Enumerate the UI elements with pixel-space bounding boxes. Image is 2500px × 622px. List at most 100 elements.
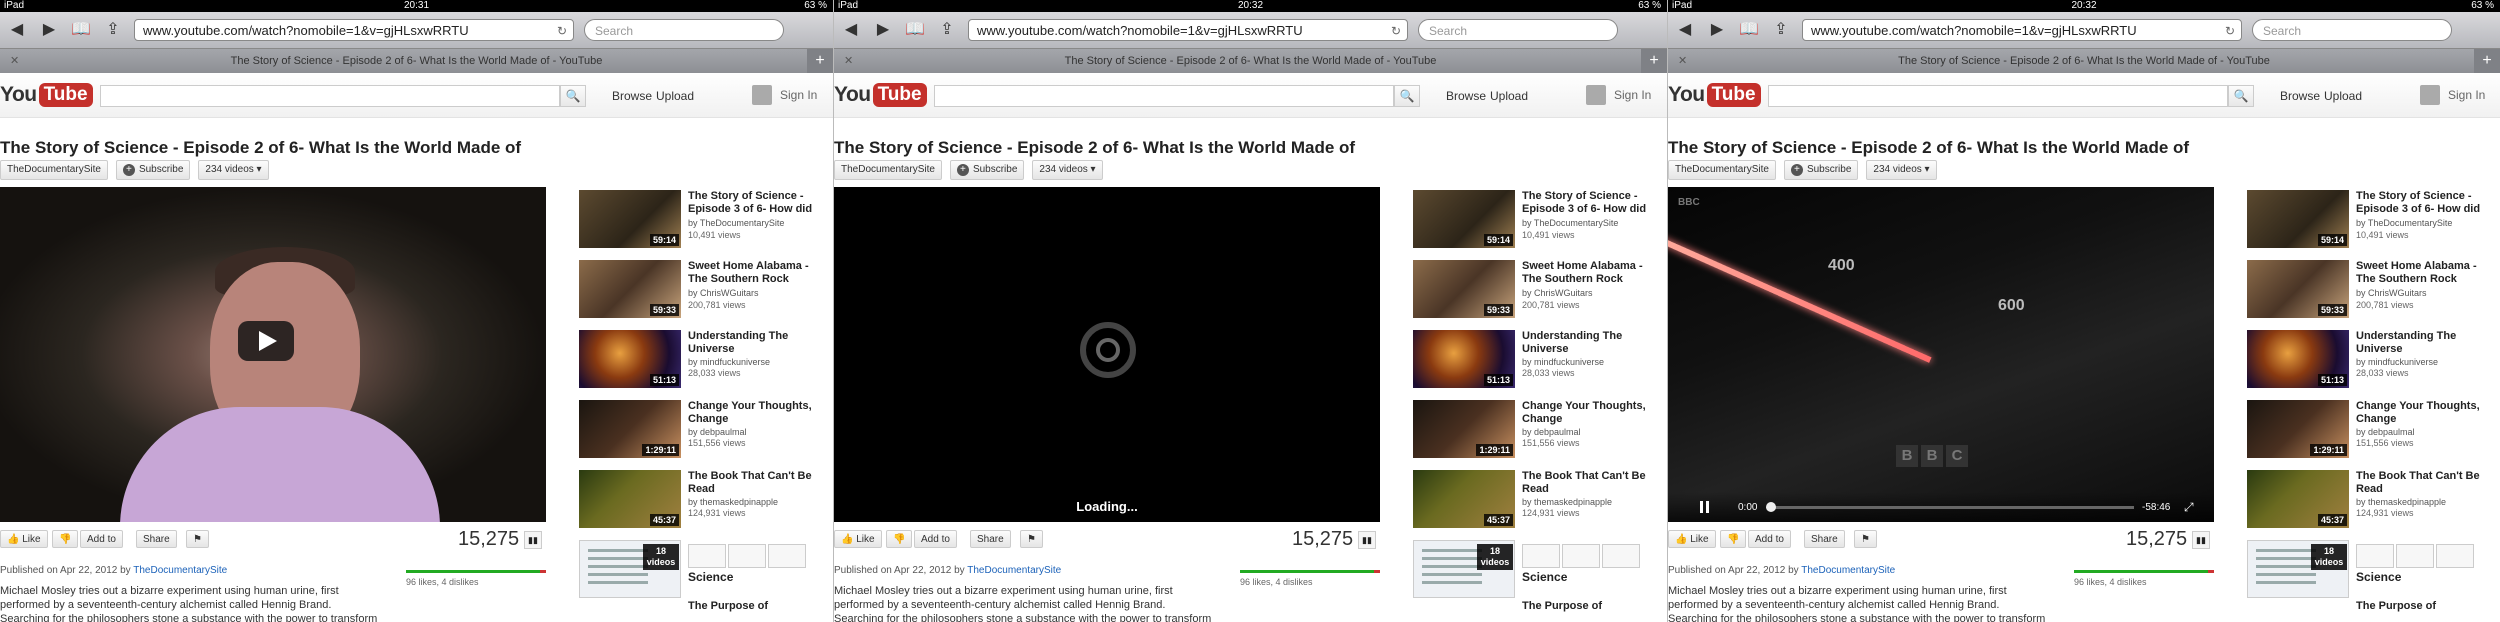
dislike-button[interactable]: 👎: [1720, 530, 1747, 548]
related-video-title[interactable]: The Book That Can't Be Read: [2356, 470, 2496, 496]
flag-icon[interactable]: ⚑: [1020, 530, 1043, 548]
related-video-item[interactable]: 1:29:11 Change Your Thoughts, Change by de…: [579, 400, 829, 470]
video-thumbnail[interactable]: 59:33: [1413, 260, 1515, 318]
related-video-title[interactable]: Change Your Thoughts, Change: [2356, 400, 2496, 426]
new-tab-icon[interactable]: +: [1641, 49, 1667, 73]
video-thumbnail[interactable]: 45:37: [1413, 470, 1515, 528]
playlist-title[interactable]: Science: [688, 570, 733, 584]
tab-title[interactable]: The Story of Science - Episode 2 of 6- W…: [231, 55, 603, 67]
browser-search-field[interactable]: Search: [1418, 19, 1618, 41]
related-video-title[interactable]: The Purpose of: [688, 600, 768, 612]
back-icon[interactable]: ◀: [840, 19, 862, 41]
video-thumbnail[interactable]: 59:14: [579, 190, 681, 248]
share-icon[interactable]: ⇪: [936, 19, 958, 41]
related-video-title[interactable]: The Purpose of: [1522, 600, 1602, 612]
search-icon[interactable]: 🔍: [560, 85, 586, 107]
videos-count-button[interactable]: 234 videos ▾: [1866, 160, 1937, 180]
share-icon[interactable]: ⇪: [102, 19, 124, 41]
reload-icon[interactable]: ↻: [557, 20, 567, 42]
upload-link[interactable]: Upload: [1490, 89, 1528, 103]
related-video-title[interactable]: Change Your Thoughts, Change: [688, 400, 828, 426]
related-video-partial[interactable]: The Purpose of: [2247, 600, 2497, 620]
user-avatar-icon[interactable]: [2420, 85, 2440, 105]
share-icon[interactable]: ⇪: [1770, 19, 1792, 41]
related-video-title[interactable]: Understanding The Universe: [688, 330, 828, 356]
video-thumbnail[interactable]: 45:37: [579, 470, 681, 528]
youtube-search-input[interactable]: [1768, 85, 2228, 107]
close-tab-icon[interactable]: ✕: [844, 49, 853, 73]
videos-count-button[interactable]: 234 videos ▾: [198, 160, 269, 180]
add-to-button[interactable]: Add to: [80, 530, 123, 548]
playlist-mix[interactable]: 18 videos Science: [1413, 540, 1663, 600]
back-icon[interactable]: ◀: [1674, 19, 1696, 41]
bookmarks-icon[interactable]: 📖: [1738, 19, 1760, 41]
flag-icon[interactable]: ⚑: [1854, 530, 1877, 548]
video-thumbnail[interactable]: 59:14: [2247, 190, 2349, 248]
related-video-partial[interactable]: The Purpose of: [1413, 600, 1663, 620]
like-button[interactable]: 👍 Like: [0, 530, 48, 548]
channel-button[interactable]: TheDocumentarySite: [0, 160, 108, 180]
related-video-item[interactable]: 1:29:11 Change Your Thoughts, Change by de…: [2247, 400, 2497, 470]
bookmarks-icon[interactable]: 📖: [904, 19, 926, 41]
address-bar[interactable]: www.youtube.com/watch?nomobile=1&v=gjHLs…: [134, 19, 574, 41]
video-thumbnail[interactable]: 1:29:11: [2247, 400, 2349, 458]
browser-search-field[interactable]: Search: [584, 19, 784, 41]
like-button[interactable]: 👍 Like: [834, 530, 882, 548]
related-video-item[interactable]: 45:37 The Book That Can't Be Read by thema…: [2247, 470, 2497, 540]
stats-icon[interactable]: ▮▮: [524, 531, 542, 549]
reload-icon[interactable]: ↻: [1391, 20, 1401, 42]
related-video-item[interactable]: 45:37 The Book That Can't Be Read by thema…: [579, 470, 829, 540]
dislike-button[interactable]: 👎: [886, 530, 913, 548]
pause-icon[interactable]: [1700, 501, 1703, 513]
playlist-title[interactable]: Science: [1522, 570, 1567, 584]
video-thumbnail[interactable]: 51:13: [579, 330, 681, 388]
related-video-item[interactable]: 59:14 The Story of Science - Episode 3 of…: [1413, 190, 1663, 260]
seek-bar[interactable]: [1768, 506, 2134, 509]
related-video-title[interactable]: The Story of Science - Episode 3 of 6- H…: [1522, 190, 1662, 216]
related-video-title[interactable]: Change Your Thoughts, Change: [1522, 400, 1662, 426]
add-to-button[interactable]: Add to: [1748, 530, 1791, 548]
subscribe-button[interactable]: + Subscribe: [1783, 160, 1859, 180]
seek-handle[interactable]: [1766, 502, 1776, 512]
related-video-item[interactable]: 45:37 The Book That Can't Be Read by thema…: [1413, 470, 1663, 540]
playlist-mix[interactable]: 18 videos Science: [579, 540, 829, 600]
playlist-title[interactable]: Science: [2356, 570, 2401, 584]
user-avatar-icon[interactable]: [1586, 85, 1606, 105]
browse-link[interactable]: Browse: [2280, 89, 2320, 103]
youtube-logo[interactable]: You Tube: [0, 81, 93, 109]
related-video-item[interactable]: 1:29:11 Change Your Thoughts, Change by de…: [1413, 400, 1663, 470]
related-video-item[interactable]: 51:13 Understanding The Universe by mindfu…: [1413, 330, 1663, 400]
youtube-search-input[interactable]: [934, 85, 1394, 107]
related-video-title[interactable]: The Story of Science - Episode 3 of 6- H…: [688, 190, 828, 216]
dislike-button[interactable]: 👎: [52, 530, 79, 548]
related-video-title[interactable]: The Book That Can't Be Read: [688, 470, 828, 496]
close-tab-icon[interactable]: ✕: [1678, 49, 1687, 73]
related-video-title[interactable]: Sweet Home Alabama - The Southern Rock: [688, 260, 828, 286]
search-icon[interactable]: 🔍: [2228, 85, 2254, 107]
share-button[interactable]: Share: [1804, 530, 1845, 548]
related-video-item[interactable]: 59:33 Sweet Home Alabama - The Southern R…: [579, 260, 829, 330]
tab-title[interactable]: The Story of Science - Episode 2 of 6- W…: [1898, 55, 2270, 67]
reload-icon[interactable]: ↻: [2225, 20, 2235, 42]
like-button[interactable]: 👍 Like: [1668, 530, 1716, 548]
published-channel-link[interactable]: TheDocumentarySite: [967, 565, 1061, 576]
video-thumbnail[interactable]: 1:29:11: [1413, 400, 1515, 458]
share-button[interactable]: Share: [970, 530, 1011, 548]
related-video-title[interactable]: Sweet Home Alabama - The Southern Rock: [2356, 260, 2496, 286]
share-button[interactable]: Share: [136, 530, 177, 548]
related-video-partial[interactable]: The Purpose of: [579, 600, 829, 620]
related-video-title[interactable]: Understanding The Universe: [1522, 330, 1662, 356]
video-player[interactable]: [0, 187, 546, 522]
video-thumbnail[interactable]: 51:13: [1413, 330, 1515, 388]
signin-link[interactable]: Sign In: [1614, 88, 1651, 102]
related-video-title[interactable]: Understanding The Universe: [2356, 330, 2496, 356]
signin-link[interactable]: Sign In: [780, 88, 817, 102]
upload-link[interactable]: Upload: [656, 89, 694, 103]
video-thumbnail[interactable]: 45:37: [2247, 470, 2349, 528]
related-video-item[interactable]: 59:33 Sweet Home Alabama - The Southern R…: [2247, 260, 2497, 330]
play-icon[interactable]: [238, 321, 294, 361]
upload-link[interactable]: Upload: [2324, 89, 2362, 103]
youtube-logo[interactable]: You Tube: [834, 81, 927, 109]
youtube-logo[interactable]: You Tube: [1668, 81, 1761, 109]
stats-icon[interactable]: ▮▮: [1358, 531, 1376, 549]
